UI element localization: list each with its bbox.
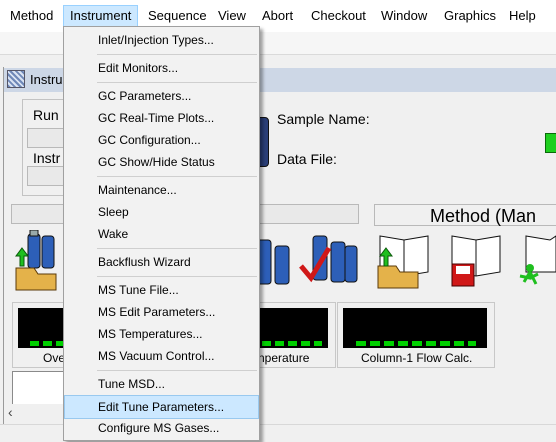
menu-item-configure-ms-gases[interactable]: Configure MS Gases... <box>65 417 258 439</box>
gauge-column-flow-led <box>356 341 476 346</box>
menu-instrument[interactable]: Instrument <box>63 5 139 27</box>
scroll-left-icon[interactable]: ‹ <box>8 404 13 420</box>
status-led-icon <box>545 133 556 153</box>
menu-item-edit-tune-parameters[interactable]: Edit Tune Parameters... <box>64 395 259 419</box>
menu-checkout[interactable]: Checkout <box>311 6 366 26</box>
vials-icon-partial[interactable] <box>255 232 295 290</box>
menu-method[interactable]: Method <box>10 6 53 26</box>
gauge-temperature-led <box>262 341 322 346</box>
menu-graphics[interactable]: Graphics <box>444 6 496 26</box>
gauge-oven-label: Ove <box>43 351 66 365</box>
vials-check-icon[interactable] <box>299 232 361 290</box>
menu-separator <box>97 370 257 371</box>
menu-separator <box>97 276 257 277</box>
window-title: Instru <box>30 72 63 87</box>
menu-separator <box>97 248 257 249</box>
menu-item-ms-temperatures[interactable]: MS Temperatures... <box>65 323 258 345</box>
instrument-dropdown-menu: Inlet/Injection Types... Edit Monitors..… <box>63 26 260 441</box>
menu-item-gc-parameters[interactable]: GC Parameters... <box>65 85 258 107</box>
run-label: Run <box>33 107 59 123</box>
menu-item-maintenance[interactable]: Maintenance... <box>65 179 258 201</box>
instr-label: Instr <box>33 150 61 166</box>
save-method-icon[interactable] <box>446 232 508 290</box>
menu-separator <box>97 82 257 83</box>
menu-separator <box>97 176 257 177</box>
menu-item-ms-edit-parameters[interactable]: MS Edit Parameters... <box>65 301 258 323</box>
window-icon <box>7 70 25 88</box>
menu-item-tune-msd[interactable]: Tune MSD... <box>65 373 258 395</box>
menu-item-gc-show-hide-status[interactable]: GC Show/Hide Status <box>65 151 258 173</box>
menu-item-wake[interactable]: Wake <box>65 223 258 245</box>
run-method-icon[interactable] <box>516 232 556 290</box>
menu-view[interactable]: View <box>218 6 246 26</box>
gauge-temperature-label: nperature <box>258 351 310 365</box>
gauge-column-flow-label: Column-1 Flow Calc. <box>361 351 473 365</box>
method-title: Method (Man <box>430 206 537 226</box>
menu-help[interactable]: Help <box>509 6 536 26</box>
sample-name-label: Sample Name: <box>277 111 370 127</box>
menu-item-ms-tune-file[interactable]: MS Tune File... <box>65 279 258 301</box>
menu-item-gc-realtime-plots[interactable]: GC Real-Time Plots... <box>65 107 258 129</box>
menu-item-backflush-wizard[interactable]: Backflush Wizard <box>65 251 258 273</box>
vials-icon[interactable] <box>12 229 68 292</box>
menu-item-gc-configuration[interactable]: GC Configuration... <box>65 129 258 151</box>
menu-item-ms-vacuum-control[interactable]: MS Vacuum Control... <box>65 345 258 367</box>
menu-item-inlet-injection-types[interactable]: Inlet/Injection Types... <box>65 29 258 51</box>
data-file-label: Data File: <box>277 151 337 167</box>
menu-item-sleep[interactable]: Sleep <box>65 201 258 223</box>
menu-sequence[interactable]: Sequence <box>148 6 207 26</box>
menu-abort[interactable]: Abort <box>262 6 293 26</box>
load-method-icon[interactable] <box>374 232 436 290</box>
menu-item-edit-monitors[interactable]: Edit Monitors... <box>65 57 258 79</box>
menu-window[interactable]: Window <box>381 6 427 26</box>
menu-separator <box>97 54 257 55</box>
